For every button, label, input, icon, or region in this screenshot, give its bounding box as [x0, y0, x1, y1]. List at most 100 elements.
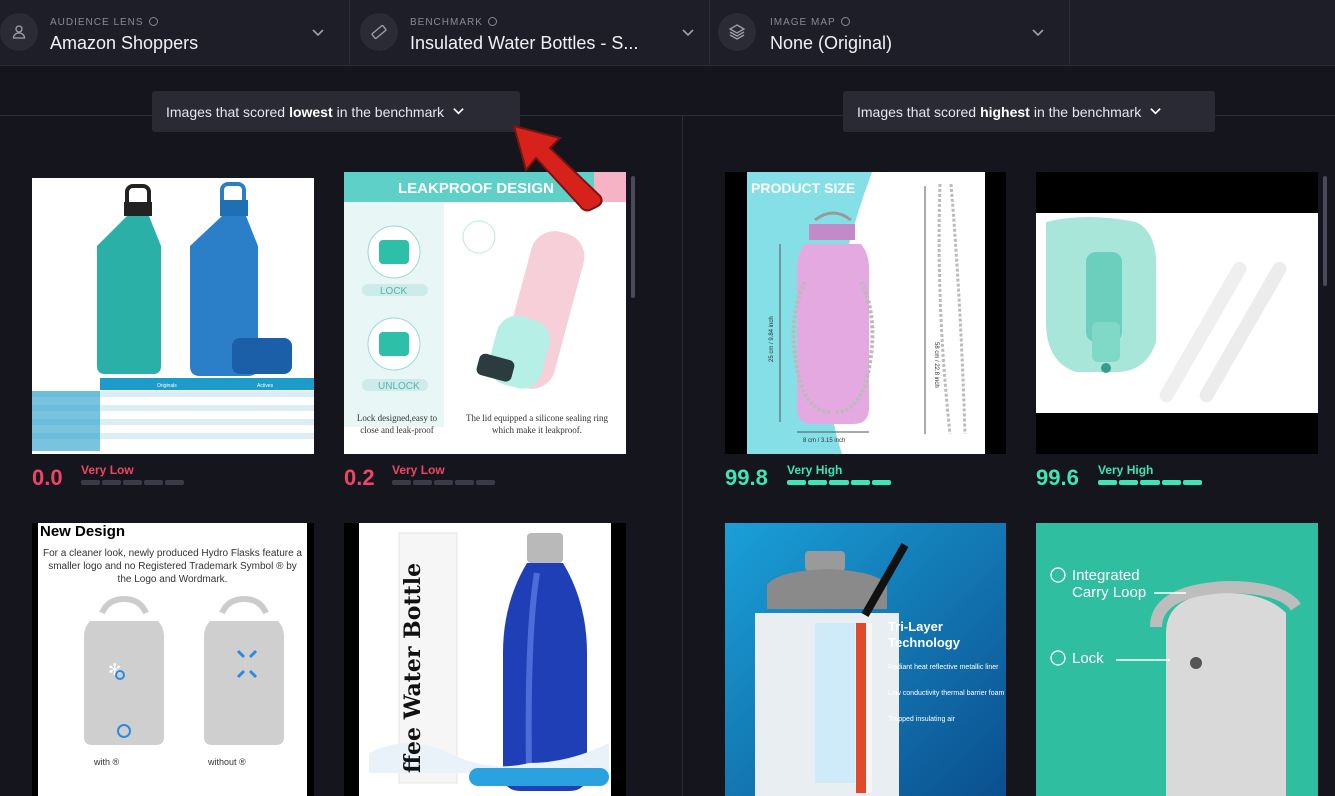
filter-keyword: lowest	[289, 103, 333, 120]
feature-line: Radiant heat reflective metallic liner	[888, 664, 999, 671]
score-bar-segment	[787, 480, 807, 485]
filter-text: in the benchmark	[336, 103, 445, 120]
rating-label: Very High	[787, 463, 843, 477]
score-bar	[392, 480, 495, 485]
image-card-lowest-2[interactable]: LEAKPROOF DESIGN LOCK UNLOCK Lock design…	[344, 172, 626, 454]
score-bar-segment	[808, 480, 828, 485]
score-bar-segment	[434, 480, 453, 485]
chevron-down-icon[interactable]	[311, 26, 325, 40]
feature-label: Integrated Carry Loop	[1072, 567, 1147, 601]
product-image: Tri-Layer Technology Radiant heat reflec…	[725, 523, 1006, 796]
product-image	[369, 532, 609, 791]
without-label: without ®	[208, 757, 246, 767]
score-bar-segment	[871, 480, 892, 485]
score-bar-segment	[850, 480, 870, 485]
score-bar-segment	[476, 480, 495, 485]
image-card-highest-4[interactable]: Integrated Carry Loop Lock	[1036, 523, 1318, 796]
caption-left: Lock designed,easy to close and leak-pro…	[356, 413, 438, 435]
chevron-down-icon[interactable]	[1031, 26, 1045, 40]
score-value: 0.0	[32, 465, 63, 490]
benchmark-selector[interactable]: BENCHMARK Insulated Water Bottles - S...	[350, 0, 710, 66]
unlock-label: UNLOCK	[378, 381, 420, 392]
score-bar-segment	[1182, 480, 1203, 485]
highest-filter-dropdown[interactable]: Images that scored highest in the benchm…	[843, 91, 1215, 132]
audience-lens-label: AUDIENCE LENS	[50, 17, 158, 28]
image-card-lowest-3[interactable]: New Design For a cleaner look, newly pro…	[32, 523, 314, 796]
table-header: Actives	[257, 383, 274, 389]
info-icon[interactable]	[148, 17, 158, 26]
score-bar-segment	[102, 480, 121, 485]
feature-line: Low conductivity thermal barrier foam	[888, 690, 1005, 697]
image-card-lowest-1[interactable]: Originals Actives	[32, 178, 314, 454]
score-bar-segment	[1098, 480, 1118, 485]
box-text: ffee Water Bottle	[400, 562, 426, 773]
filter-text: Images that scored	[857, 103, 977, 120]
image-title: New Design	[40, 523, 126, 540]
divider	[1215, 115, 1335, 116]
chevron-down-icon	[1150, 108, 1161, 115]
rating-label: Very Low	[81, 463, 134, 477]
rating-label: Very High	[1098, 463, 1154, 477]
banner-text: PRODUCT SIZE	[751, 180, 855, 196]
score-bar-segment	[1161, 480, 1181, 485]
lock-label: LOCK	[380, 286, 408, 297]
score-bar	[787, 480, 892, 485]
score-value: 0.2	[344, 465, 375, 490]
table-header: Originals	[157, 383, 177, 389]
rating-label: Very Low	[392, 463, 445, 477]
layers-icon	[718, 13, 756, 51]
dimension-strap: 58 cm / 22.8 inch	[933, 342, 939, 388]
svg-text:✻: ✻	[108, 660, 121, 679]
score-value: 99.8	[725, 465, 768, 490]
scrollbar[interactable]	[1323, 176, 1327, 286]
ruler-icon	[360, 13, 398, 51]
red-arrow-annotation	[512, 124, 603, 212]
product-image: PRODUCT SIZE 25 cm / 9.84 inch 8 cm / 3.…	[725, 172, 1006, 454]
filter-text: Images that scored	[166, 103, 286, 120]
filter-keyword: highest	[980, 103, 1030, 120]
caption-right: The lid equipped a silicone sealing ring…	[466, 413, 608, 435]
score-bar-segment	[144, 480, 163, 485]
info-icon[interactable]	[487, 17, 497, 26]
bottle-illustration: ✻	[84, 595, 284, 745]
feature-line: Trapped insulating air	[888, 716, 956, 723]
score-value: 99.6	[1036, 465, 1079, 490]
score-bar-segment	[413, 480, 432, 485]
product-image: Originals Actives	[32, 178, 314, 454]
scrollbar[interactable]	[631, 176, 635, 298]
score-bar-segment	[123, 480, 142, 485]
audience-lens-value: Amazon Shoppers	[50, 33, 199, 53]
score-bar-segment	[1119, 480, 1139, 485]
image-map-label: IMAGE MAP	[770, 17, 850, 28]
user-icon	[0, 13, 38, 51]
top-bar: AUDIENCE LENS Amazon Shoppers BENCHMARK …	[0, 0, 1335, 66]
lowest-filter-dropdown[interactable]: Images that scored lowest in the benchma…	[152, 91, 520, 132]
benchmark-label: BENCHMARK	[410, 17, 497, 28]
dimension-width: 8 cm / 3.15 inch	[803, 438, 845, 444]
image-map-selector[interactable]: IMAGE MAP None (Original)	[710, 0, 1070, 66]
score-bar-segment	[1140, 480, 1160, 485]
info-icon[interactable]	[840, 17, 850, 26]
image-card-highest-2[interactable]	[1036, 172, 1318, 454]
dimension-height: 25 cm / 9.84 inch	[769, 316, 775, 362]
filter-text: in the benchmark	[1033, 103, 1142, 120]
divider	[0, 115, 152, 116]
chevron-down-icon[interactable]	[681, 26, 695, 40]
image-map-value: None (Original)	[770, 33, 893, 53]
score-bar	[81, 480, 184, 485]
product-image	[1036, 172, 1318, 454]
image-description: For a cleaner look, newly produced Hydro…	[42, 548, 302, 585]
with-label: with ®	[94, 757, 120, 767]
image-card-lowest-4[interactable]: ffee Water Bottle	[344, 523, 626, 796]
score-bar-segment	[455, 480, 474, 485]
audience-lens-selector[interactable]: AUDIENCE LENS Amazon Shoppers	[0, 0, 350, 66]
image-card-highest-1[interactable]: PRODUCT SIZE 25 cm / 9.84 inch 8 cm / 3.…	[725, 172, 1006, 454]
score-bar-segment	[392, 480, 411, 485]
image-card-highest-3[interactable]: Tri-Layer Technology Radiant heat reflec…	[725, 523, 1006, 796]
feature-label: Lock	[1072, 650, 1104, 667]
product-image: LEAKPROOF DESIGN LOCK UNLOCK Lock design…	[344, 172, 626, 454]
benchmark-value: Insulated Water Bottles - S...	[410, 33, 639, 53]
score-bar	[1098, 480, 1203, 485]
score-bar-segment	[165, 480, 184, 485]
score-bar-segment	[829, 480, 849, 485]
